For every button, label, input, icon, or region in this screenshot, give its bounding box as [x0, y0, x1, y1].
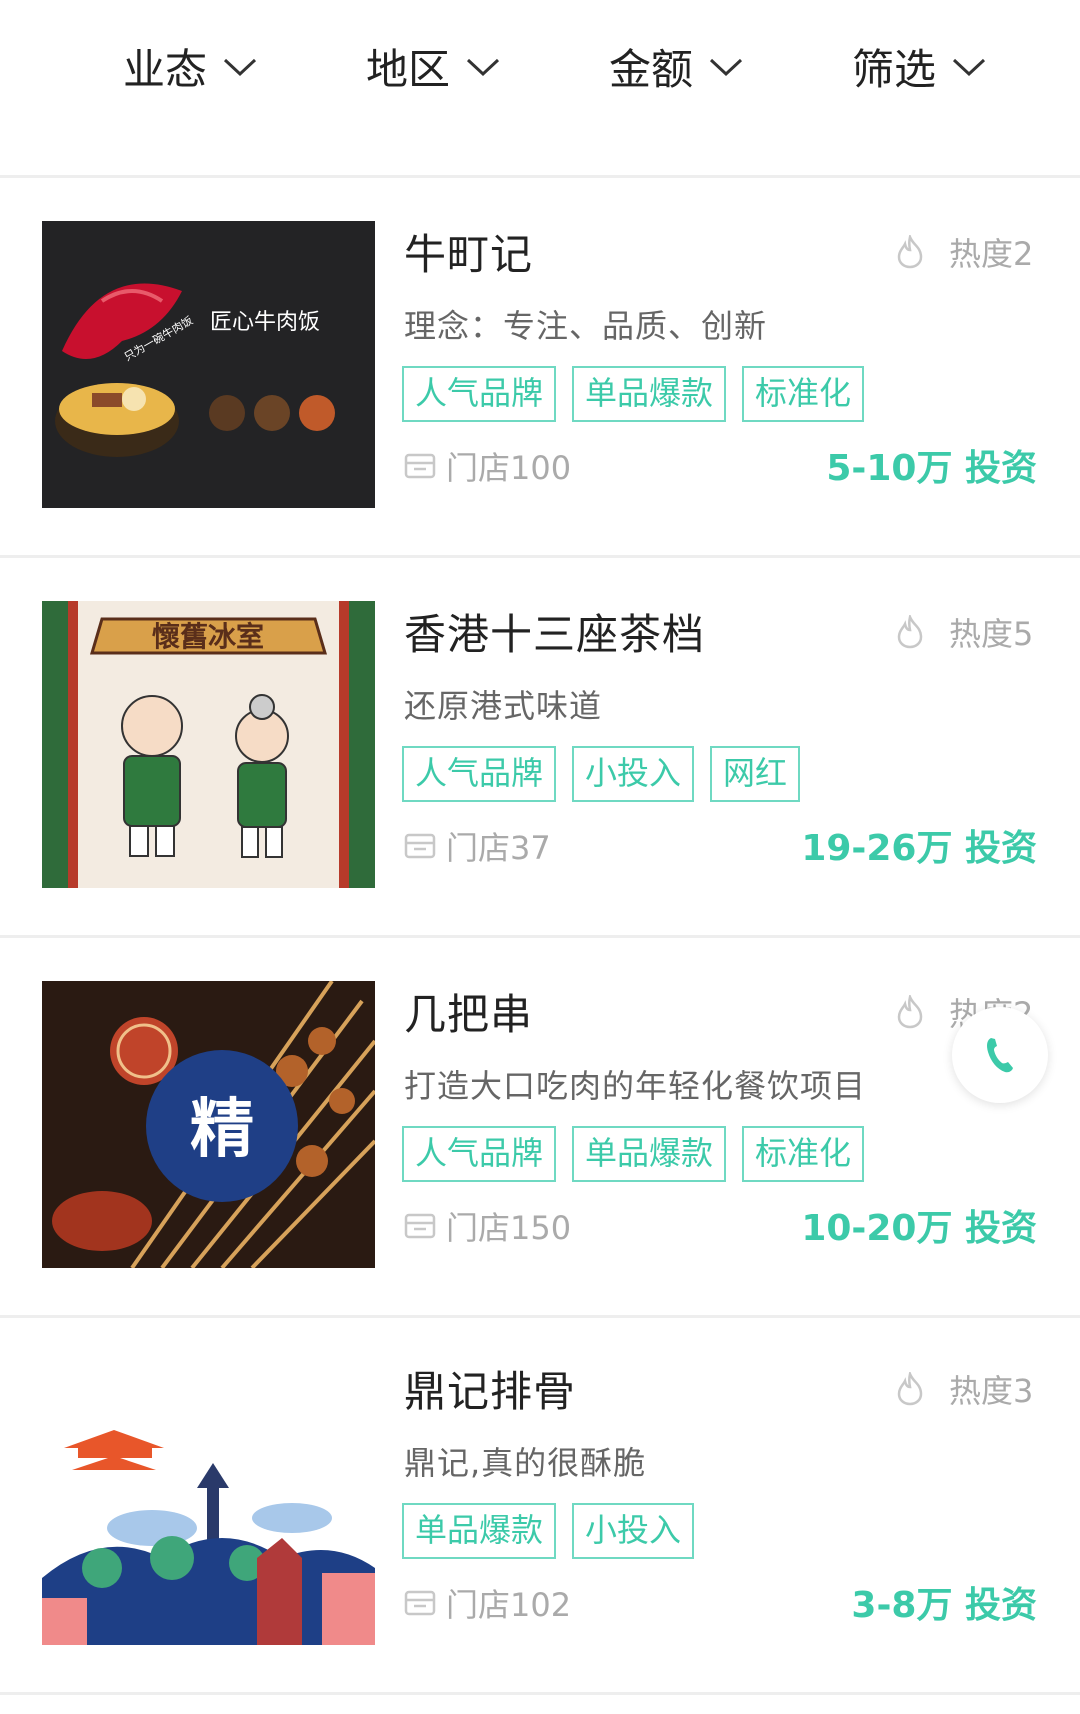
- tag-list: 人气品牌 小投入 网红: [402, 746, 816, 802]
- heat-value: 热度5: [949, 615, 1034, 653]
- chevron-down-icon: [223, 58, 257, 76]
- flame-icon: [897, 995, 923, 1029]
- investment-amount: 3-8万 投资: [851, 1585, 1037, 1626]
- call-button[interactable]: [952, 1007, 1048, 1103]
- brand-name: 几把串: [404, 990, 534, 1039]
- heat-indicator: 热度2: [895, 229, 1033, 275]
- investment-amount: 10-20万 投资: [801, 1208, 1037, 1249]
- filter-bar: 业态 地区 金额 筛选: [0, 0, 1080, 178]
- tag-list: 人气品牌 单品爆款 标准化: [402, 366, 880, 422]
- filter-label: 地区: [366, 45, 451, 94]
- heat-value: 热度2: [949, 235, 1034, 273]
- store-count: 门店37: [404, 823, 551, 869]
- heat-indicator: 热度5: [895, 609, 1033, 655]
- brand-slogan: 还原港式味道: [404, 687, 603, 725]
- tag: 小投入: [572, 746, 695, 802]
- store-icon: [404, 453, 436, 479]
- filter-label: 筛选: [852, 45, 937, 94]
- store-count: 门店102: [404, 1580, 571, 1626]
- filter-label: 业态: [123, 45, 208, 94]
- brand-name: 牛町记: [404, 230, 534, 279]
- filter-more[interactable]: 筛选: [852, 36, 986, 97]
- filter-business-type[interactable]: 业态: [123, 36, 257, 97]
- chevron-down-icon: [952, 58, 986, 76]
- brand-image: 精: [42, 981, 375, 1268]
- chevron-down-icon: [709, 58, 743, 76]
- tag: 人气品牌: [402, 1126, 557, 1182]
- tag: 人气品牌: [402, 746, 557, 802]
- flame-icon: [897, 235, 923, 269]
- tag: 网红: [710, 746, 801, 802]
- brand-slogan: 打造大口吃肉的年轻化餐饮项目: [404, 1067, 867, 1105]
- store-count: 门店150: [404, 1203, 571, 1249]
- brand-name: 鼎记排骨: [404, 1367, 577, 1416]
- brand-card[interactable]: 鼎记排骨 热度3 鼎记,真的很酥脆 单品爆款 小投入 门店102 3-8万 投资: [0, 1318, 1080, 1695]
- tag: 单品爆款: [402, 1503, 557, 1559]
- brand-card[interactable]: 匠心牛肉饭 只为一碗牛肉饭 牛町记 热度2 理念：专注、品质、创新 人气品牌 单…: [0, 181, 1080, 558]
- brand-card[interactable]: 懷舊冰室 香港十三座茶档 热度5 还原港式味道 人气品牌 小投入 网红 门店37…: [0, 561, 1080, 938]
- store-count-label: 门店37: [446, 829, 551, 867]
- brand-image: [42, 1358, 375, 1645]
- tag: 单品爆款: [572, 366, 727, 422]
- brand-card[interactable]: 精 几把串 热度2 打造大口吃肉的年轻化餐饮项目 人气品牌 单品爆款 标准化 门…: [0, 941, 1080, 1318]
- store-count-label: 门店102: [446, 1586, 572, 1624]
- tag: 标准化: [742, 1126, 865, 1182]
- chevron-down-icon: [466, 58, 500, 76]
- flame-icon: [897, 1372, 923, 1406]
- flame-icon: [897, 615, 923, 649]
- filter-label: 金额: [609, 45, 694, 94]
- store-count: 门店100: [404, 443, 571, 489]
- store-icon: [404, 1590, 436, 1616]
- tag: 单品爆款: [572, 1126, 727, 1182]
- image-text: 匠心牛肉饭: [210, 310, 320, 335]
- phone-icon: [987, 1038, 1013, 1073]
- brand-slogan: 理念：专注、品质、创新: [404, 307, 768, 345]
- tag: 人气品牌: [402, 366, 557, 422]
- store-count-label: 门店150: [446, 1209, 572, 1247]
- store-icon: [404, 833, 436, 859]
- tag-list: 单品爆款 小投入: [402, 1503, 710, 1559]
- investment-amount: 19-26万 投资: [801, 828, 1037, 869]
- heat-indicator: 热度3: [895, 1366, 1033, 1412]
- image-text: 精: [190, 1092, 254, 1167]
- heat-value: 热度3: [949, 1372, 1034, 1410]
- brand-image: 懷舊冰室: [42, 601, 375, 888]
- brand-image: 匠心牛肉饭 只为一碗牛肉饭: [42, 221, 375, 508]
- store-count-label: 门店100: [446, 449, 572, 487]
- tag-list: 人气品牌 单品爆款 标准化: [402, 1126, 880, 1182]
- store-icon: [404, 1213, 436, 1239]
- brand-name: 香港十三座茶档: [404, 610, 706, 659]
- tag: 小投入: [572, 1503, 695, 1559]
- image-text: 懷舊冰室: [152, 620, 264, 653]
- brand-slogan: 鼎记,真的很酥脆: [404, 1444, 647, 1482]
- filter-region[interactable]: 地区: [366, 36, 500, 97]
- investment-amount: 5-10万 投资: [826, 448, 1037, 489]
- filter-amount[interactable]: 金额: [609, 36, 743, 97]
- tag: 标准化: [742, 366, 865, 422]
